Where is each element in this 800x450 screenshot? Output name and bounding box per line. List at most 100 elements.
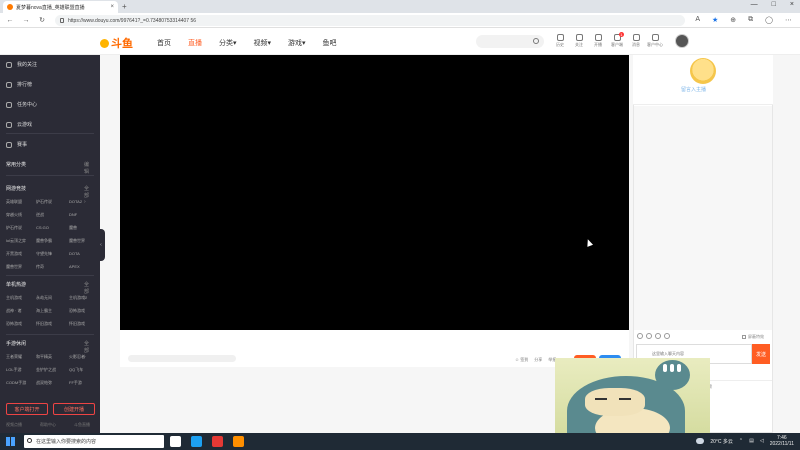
category-link[interactable]: 穿越火线 (6, 212, 36, 218)
network-icon[interactable]: ▤ (749, 438, 754, 444)
edit-link[interactable]: 编辑 (84, 161, 89, 175)
start-streaming-button[interactable]: 创建开播 (53, 403, 95, 415)
collections-icon[interactable]: ⧉ (748, 16, 753, 24)
category-link[interactable]: 魔兽世界 (6, 264, 36, 270)
menu-icon[interactable]: ⋯ (785, 16, 792, 24)
category-link[interactable]: FF手游 (69, 380, 96, 386)
search-icon[interactable] (533, 38, 539, 44)
category-link[interactable]: 主机游戏 (6, 295, 36, 301)
maximize-button[interactable]: □ (772, 1, 776, 8)
task-view-icon[interactable] (170, 436, 181, 447)
open-client-button[interactable]: 客户端打开 (6, 403, 48, 415)
category-link[interactable]: 恐怖游戏 (69, 308, 96, 314)
send-button[interactable]: 发送 (752, 344, 770, 364)
nav-live[interactable]: 直播 (188, 38, 202, 48)
weather-text[interactable]: 20°C 多云 (710, 438, 733, 445)
nav-fishbar[interactable]: 鱼吧 (323, 38, 337, 48)
minimize-button[interactable]: — (751, 1, 758, 8)
category-link[interactable]: LOL手游 (6, 367, 36, 373)
read-aloud-icon[interactable]: A (695, 16, 700, 24)
checkin-button[interactable]: ☺ 签到 (515, 357, 528, 363)
category-link[interactable]: 战双帕弥 (36, 380, 69, 386)
category-link[interactable]: 守望先锋 (36, 251, 69, 257)
forward-button[interactable]: → (22, 17, 30, 24)
chevron-up-icon[interactable]: ⌃ (739, 438, 743, 444)
category-link[interactable]: lol云顶之弈 (6, 238, 36, 244)
taskbar-search[interactable]: 在这里输入你要搜索的内容 (24, 435, 164, 448)
category-link[interactable]: 开黑游戏 (6, 251, 36, 257)
favorite-star-icon[interactable]: ★ (712, 16, 718, 24)
clock[interactable]: 7:46 2022/11/11 (770, 435, 794, 447)
category-link[interactable]: 主机游戏2 (69, 295, 96, 301)
category-link[interactable]: 怀旧游戏 (69, 321, 96, 327)
edge-browser-icon[interactable] (191, 436, 202, 447)
chrome-icon[interactable] (212, 436, 223, 447)
category-link[interactable]: APEX (69, 264, 96, 270)
category-link[interactable]: 炉石传说 (36, 199, 69, 205)
category-link[interactable]: 火影忍者 (69, 354, 96, 360)
gift-icon[interactable] (646, 333, 652, 339)
category-link[interactable]: 魔兽世界 (69, 238, 96, 244)
back-button[interactable]: ← (6, 17, 14, 24)
extensions-icon[interactable]: ⊕ (730, 16, 736, 24)
sidebar-item-ranking[interactable]: 排行榜 (6, 81, 32, 88)
url-field[interactable]: https://www.douyu.com/997641?_=0.7348075… (55, 15, 685, 26)
category-link[interactable]: 海上霸主 (36, 308, 69, 314)
footer-link[interactable]: 视频点播 (6, 422, 22, 428)
noble-icon[interactable] (664, 333, 670, 339)
client-button[interactable]: 1 客户端 (610, 32, 624, 48)
history-button[interactable]: 历史 (553, 34, 567, 48)
share-button[interactable]: 分享 (534, 357, 542, 363)
site-search-input[interactable] (476, 35, 544, 48)
app-icon[interactable] (233, 436, 244, 447)
category-link[interactable]: 传奇 (36, 264, 69, 270)
customer-center-button[interactable]: 客户中心 (647, 34, 663, 48)
volume-icon[interactable]: ◁ (760, 438, 764, 444)
category-link[interactable]: DOTA (69, 251, 96, 257)
close-window-button[interactable]: × (790, 1, 794, 8)
sidebar-item-following[interactable]: 我的关注 (6, 61, 37, 68)
category-link[interactable]: DNF (69, 212, 96, 218)
emoji-icon[interactable] (637, 333, 643, 339)
new-tab-button[interactable]: + (122, 2, 127, 11)
category-link[interactable]: 恐怖游戏 (6, 321, 36, 327)
category-link[interactable]: CS:GO (36, 225, 69, 231)
go-live-button[interactable]: 开播 (591, 34, 605, 48)
category-link[interactable]: DOTA2 (69, 199, 96, 205)
douyu-logo[interactable]: 斗鱼 (100, 35, 133, 51)
nav-video[interactable]: 视频▾ (254, 38, 272, 48)
category-link[interactable]: 魔兽争霸 (36, 238, 69, 244)
category-link[interactable]: CODM手游 (6, 380, 36, 386)
category-link[interactable]: QQ飞车 (69, 367, 96, 373)
category-link[interactable]: 王者荣耀 (6, 354, 36, 360)
refresh-button[interactable]: ↻ (38, 16, 46, 24)
chat-message-list[interactable] (634, 106, 772, 330)
category-link[interactable]: 英雄联盟 (6, 199, 36, 205)
messages-button[interactable]: 消息 (629, 34, 643, 48)
nav-category[interactable]: 分类▾ (219, 38, 237, 48)
fan-badge-icon[interactable] (655, 333, 661, 339)
follow-button[interactable]: 关注 (572, 34, 586, 48)
sidebar-item-tasks[interactable]: 任务中心 (6, 101, 37, 108)
category-link[interactable]: 魔兽 (69, 225, 96, 231)
block-effects-toggle[interactable]: 屏蔽特效 (742, 334, 764, 340)
category-link[interactable]: 炉石传说 (6, 225, 36, 231)
sidebar-item-events[interactable]: 赛事 (6, 141, 27, 148)
windows-start-icon[interactable] (6, 437, 15, 446)
category-link[interactable]: 逆战 (36, 212, 69, 218)
close-tab-icon[interactable]: × (110, 4, 114, 10)
nav-home[interactable]: 首页 (157, 38, 171, 48)
footer-link[interactable]: 斗鱼直播 (74, 422, 90, 428)
user-avatar[interactable] (675, 34, 689, 48)
category-link[interactable]: 金铲铲之战 (36, 367, 69, 373)
footer-link[interactable]: 帮助中心 (40, 422, 56, 428)
category-link[interactable]: 战神 · 诸 (6, 308, 36, 314)
category-link[interactable]: 永劫无间 (36, 295, 69, 301)
category-link[interactable]: 和平精英 (36, 354, 69, 360)
category-link[interactable]: 怀旧游戏 (36, 321, 69, 327)
browser-tab[interactable]: 夏梦暮nova直播_英雄联盟直播 × (3, 1, 118, 13)
nav-games[interactable]: 游戏▾ (288, 38, 306, 48)
profile-icon[interactable]: ◯ (765, 16, 773, 24)
sidebar-collapse-handle[interactable]: ‹ (97, 229, 105, 261)
video-player[interactable] (120, 55, 629, 330)
